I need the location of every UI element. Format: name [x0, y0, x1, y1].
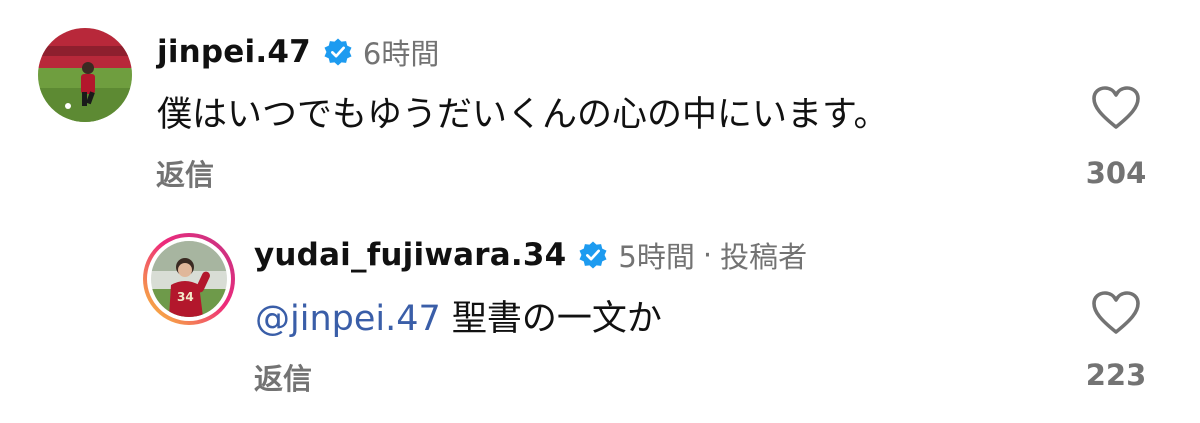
avatar-jinpei[interactable] — [38, 28, 132, 122]
avatar-yudai[interactable]: 34 — [143, 233, 235, 325]
verified-badge-icon — [578, 240, 608, 270]
author-label: 投稿者 — [720, 240, 808, 274]
reply-button[interactable]: 返信 — [156, 152, 214, 194]
like-count: 223 — [1085, 358, 1147, 392]
heart-outline-icon[interactable] — [1091, 85, 1141, 131]
like-count: 304 — [1085, 156, 1147, 190]
timestamp: 6時間 — [362, 37, 440, 71]
timestamp: 5時間 — [618, 240, 695, 274]
reply-button[interactable]: 返信 — [254, 356, 312, 398]
reply-header: yudai_fujiwara.34 5時間 · 投稿者 — [254, 233, 807, 277]
username[interactable]: jinpei.47 — [157, 34, 311, 70]
comment-text: 僕はいつでもゆうだいくんの心の中にいます。 — [157, 95, 889, 135]
mention-link[interactable]: @jinpei.47 — [255, 299, 441, 339]
reply-body: 聖書の一文か — [440, 299, 662, 339]
meta-separator: · — [702, 238, 713, 272]
reply-text: @jinpei.47 聖書の一文か — [255, 290, 662, 341]
comment-header: jinpei.47 6時間 — [157, 30, 439, 74]
avatar-photo — [38, 28, 132, 122]
svg-text:34: 34 — [177, 290, 194, 304]
verified-badge-icon — [323, 37, 353, 67]
avatar-photo: 34 — [151, 241, 227, 317]
heart-outline-icon[interactable] — [1091, 290, 1141, 336]
username[interactable]: yudai_fujiwara.34 — [254, 237, 566, 273]
